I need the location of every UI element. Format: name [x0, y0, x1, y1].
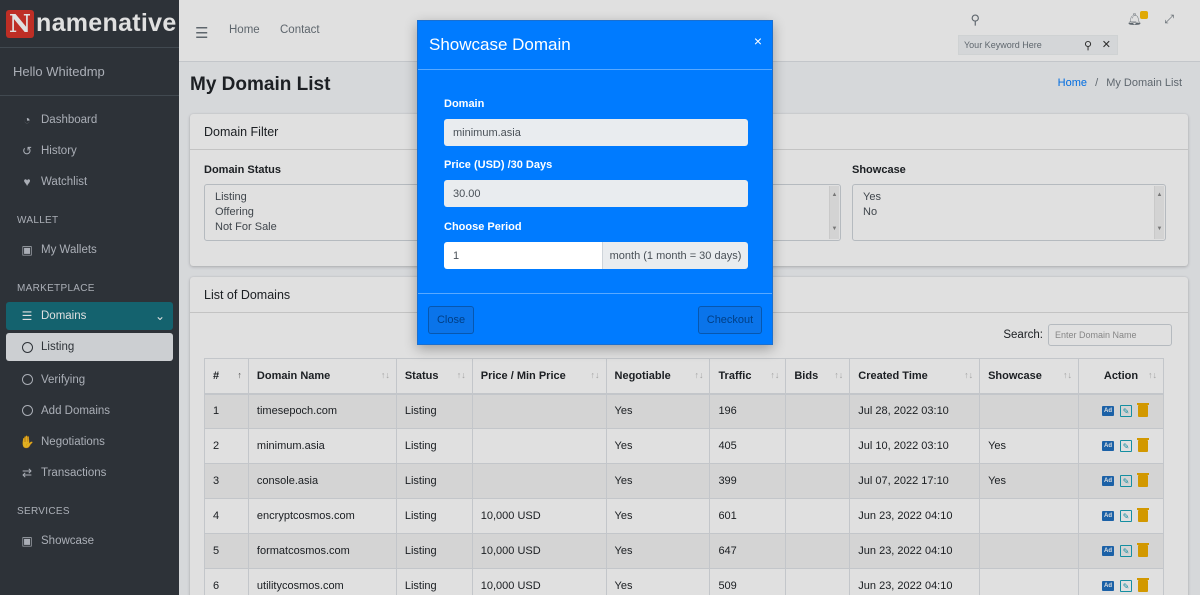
price-label: Price (USD) /30 Days — [444, 159, 553, 171]
showcase-domain-modal: Showcase Domain × Domain minimum.asia Pr… — [417, 20, 773, 345]
period-label: Choose Period — [444, 221, 522, 233]
period-input[interactable]: 1 — [444, 242, 602, 269]
close-icon[interactable]: × — [754, 33, 762, 49]
price-field: 30.00 — [444, 180, 748, 207]
period-unit-addon: month (1 month = 30 days) — [602, 242, 748, 269]
modal-title: Showcase Domain — [429, 35, 571, 54]
domain-field: minimum.asia — [444, 119, 748, 146]
modal-footer-divider — [418, 293, 772, 294]
close-button[interactable]: Close — [428, 306, 474, 334]
checkout-button[interactable]: Checkout — [698, 306, 762, 334]
domain-label: Domain — [444, 98, 485, 110]
modal-header: Showcase Domain × — [418, 21, 772, 70]
